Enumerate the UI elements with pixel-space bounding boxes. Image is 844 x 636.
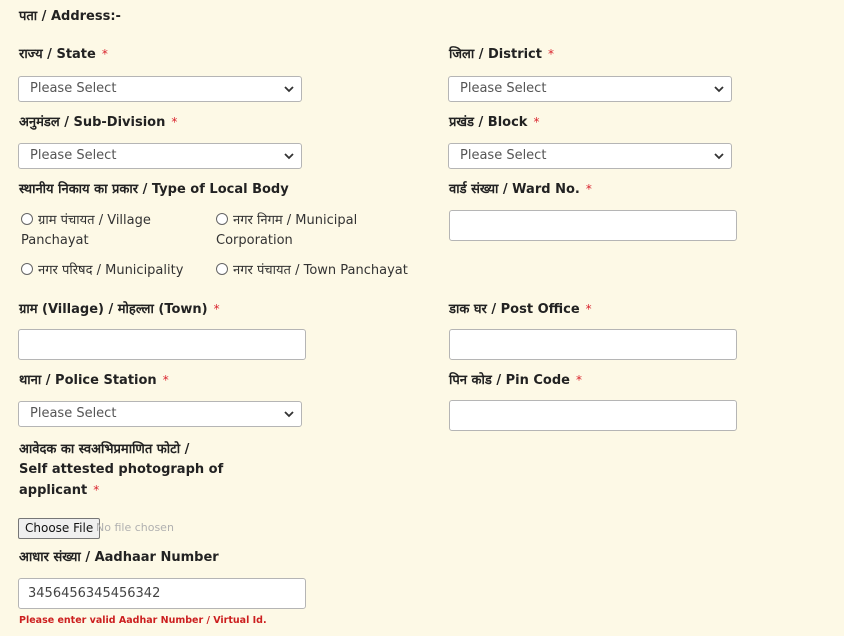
required-mark: * (162, 373, 169, 387)
radio-label: नगर निगम / Municipal (233, 213, 358, 228)
chevron-down-icon (284, 153, 294, 160)
required-mark: * (93, 483, 100, 497)
subdivision-label-text: अनुमंडल / Sub-Division (19, 115, 166, 130)
pin-code-input[interactable] (449, 400, 737, 431)
district-label-text: जिला / District (449, 47, 542, 62)
required-mark: * (575, 373, 582, 387)
section-title: पता / Address:- (19, 9, 121, 24)
chevron-down-icon (714, 86, 724, 93)
village-label: ग्राम (Village) / मोहल्ला (Town) * (19, 299, 220, 317)
chevron-down-icon (714, 153, 724, 160)
required-mark: * (213, 302, 220, 316)
district-label: जिला / District * (449, 44, 554, 62)
radio-label-cont: Corporation (216, 233, 293, 248)
block-label-text: प्रखंड / Block (449, 115, 528, 130)
police-station-select[interactable]: Please Select (18, 401, 302, 427)
required-mark: * (533, 115, 540, 129)
required-mark: * (171, 115, 178, 129)
chevron-down-icon (284, 86, 294, 93)
radio-label: नगर पंचायत / Town Panchayat (233, 263, 408, 278)
pin-code-label-text: पिन कोड / Pin Code (449, 373, 570, 388)
radio-option-town-panchayat[interactable]: नगर पंचायत / Town Panchayat (216, 261, 426, 281)
district-select-value: Please Select (460, 81, 547, 96)
post-office-label: डाक घर / Post Office * (449, 299, 592, 317)
photo-label-line3: applicant (19, 483, 88, 498)
pin-code-label: पिन कोड / Pin Code * (449, 370, 582, 388)
radio-button[interactable] (21, 262, 33, 275)
radio-button[interactable] (216, 212, 228, 225)
required-mark: * (585, 302, 592, 316)
block-select-value: Please Select (460, 148, 547, 163)
radio-button[interactable] (21, 212, 33, 225)
ward-label-text: वार्ड संख्या / Ward No. (449, 182, 580, 197)
radio-label: नगर परिषद / Municipality (38, 263, 184, 278)
photo-label: आवेदक का स्वअभिप्रमाणित फोटो / Self atte… (19, 440, 223, 501)
required-mark: * (585, 182, 592, 196)
radio-button[interactable] (216, 262, 228, 275)
chevron-down-icon (284, 411, 294, 418)
choose-file-button[interactable]: Choose File (18, 518, 101, 539)
radio-option-municipal-corporation[interactable]: नगर निगम / Municipal Corporation (216, 211, 416, 251)
district-select[interactable]: Please Select (448, 76, 732, 102)
radio-label-cont: Panchayat (21, 233, 89, 248)
post-office-input[interactable] (449, 329, 737, 360)
local-body-label: स्थानीय निकाय का प्रकार / Type of Local … (19, 182, 289, 197)
required-mark: * (101, 47, 108, 61)
aadhaar-error: Please enter valid Aadhar Number / Virtu… (19, 615, 267, 626)
aadhaar-label: आधार संख्या / Aadhaar Number (19, 550, 219, 565)
block-label: प्रखंड / Block * (449, 112, 539, 130)
radio-option-village-panchayat[interactable]: ग्राम पंचायत / Village Panchayat (21, 211, 201, 251)
post-office-label-text: डाक घर / Post Office (449, 302, 580, 317)
police-station-select-value: Please Select (30, 406, 117, 421)
subdivision-select[interactable]: Please Select (18, 143, 302, 169)
state-label-text: राज्य / State (19, 47, 96, 62)
subdivision-select-value: Please Select (30, 148, 117, 163)
photo-label-line1: आवेदक का स्वअभिप्रमाणित फोटो / (19, 442, 190, 457)
state-select[interactable]: Please Select (18, 76, 302, 102)
police-station-label: थाना / Police Station * (19, 370, 169, 388)
police-station-label-text: थाना / Police Station (19, 373, 157, 388)
subdivision-label: अनुमंडल / Sub-Division * (19, 112, 177, 130)
village-label-text: ग्राम (Village) / मोहल्ला (Town) (19, 302, 208, 317)
file-status: No file chosen (96, 521, 174, 534)
block-select[interactable]: Please Select (448, 143, 732, 169)
state-select-value: Please Select (30, 81, 117, 96)
ward-label: वार्ड संख्या / Ward No. * (449, 179, 592, 197)
village-input[interactable] (18, 329, 306, 360)
radio-option-municipality[interactable]: नगर परिषद / Municipality (21, 261, 211, 281)
required-mark: * (547, 47, 554, 61)
aadhaar-input[interactable]: 3456456345456342 (18, 578, 306, 609)
state-label: राज्य / State * (19, 44, 108, 62)
radio-label: ग्राम पंचायत / Village (38, 213, 151, 228)
ward-input[interactable] (449, 210, 737, 241)
photo-label-line2: Self attested photograph of (19, 462, 224, 477)
